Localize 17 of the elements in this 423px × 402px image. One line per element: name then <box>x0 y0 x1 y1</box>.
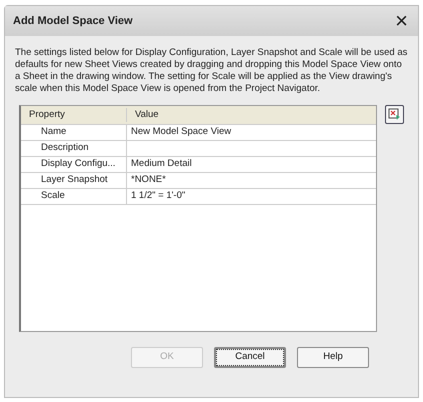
property-value[interactable]: *NONE* <box>127 173 166 188</box>
property-value[interactable]: Medium Detail <box>127 157 192 172</box>
property-name: Layer Snapshot <box>41 173 108 188</box>
column-header[interactable]: Property <box>21 108 127 122</box>
property-value[interactable]: New Model Space View <box>127 125 232 140</box>
dialog-button[interactable]: Help <box>297 347 369 368</box>
select-icon[interactable] <box>385 105 404 124</box>
dialog-button[interactable]: Cancel <box>214 347 286 368</box>
property-name: Display Configu... <box>41 157 116 172</box>
property-value[interactable]: 1 1/2" = 1'-0" <box>127 189 186 204</box>
column-header[interactable]: Value <box>127 108 159 122</box>
window-title: Add Model Space View <box>13 14 133 29</box>
description-text: The settings listed below for Display Configuration, Layer Snapshot and Scale will be used as defaults for new Sheet Views created by dragging and dropping this Model Space View onto a Sheet in the drawing window. The setting for Scale will be applied as the View drawing's scale when this Model Space View is opened from the Project Navigator. <box>15 47 408 95</box>
close-button[interactable]: × <box>393 10 410 32</box>
property-name: Scale <box>41 189 65 204</box>
property-name: Name <box>41 125 66 140</box>
property-name: Description <box>41 141 89 156</box>
